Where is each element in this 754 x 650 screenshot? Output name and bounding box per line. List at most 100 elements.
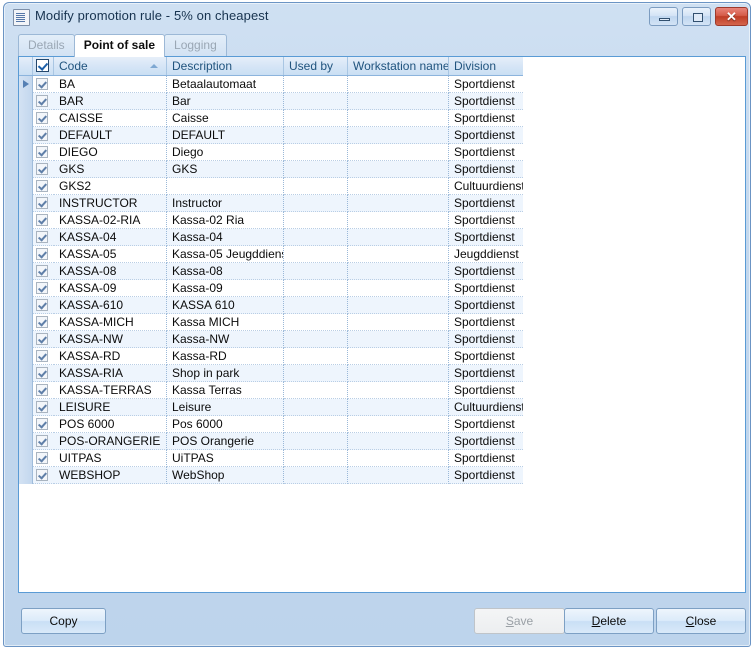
- header-column-code[interactable]: Code: [54, 57, 167, 75]
- row-indicator-cell[interactable]: [19, 467, 33, 484]
- row-checkbox[interactable]: [33, 467, 54, 484]
- row-checkbox[interactable]: [33, 212, 54, 229]
- table-row[interactable]: KASSA-05 Kassa-05 Jeugddienst Jeugddienst: [19, 246, 523, 263]
- row-indicator-cell[interactable]: [19, 433, 33, 450]
- table-row[interactable]: BAR Bar Sportdienst: [19, 93, 523, 110]
- row-checkbox[interactable]: [33, 450, 54, 467]
- row-checkbox[interactable]: [33, 195, 54, 212]
- cell-code: KASSA-RIA: [54, 365, 167, 382]
- row-checkbox[interactable]: [33, 263, 54, 280]
- row-indicator-cell[interactable]: [19, 331, 33, 348]
- copy-button[interactable]: Copy: [21, 608, 106, 634]
- row-checkbox[interactable]: [33, 161, 54, 178]
- table-row[interactable]: GKS GKS Sportdienst: [19, 161, 523, 178]
- tab-point-of-sale[interactable]: Point of sale: [73, 34, 166, 57]
- header-column-description[interactable]: Description: [167, 57, 284, 75]
- row-indicator-cell[interactable]: [19, 382, 33, 399]
- row-indicator-cell[interactable]: [19, 416, 33, 433]
- table-row[interactable]: POS 6000 Pos 6000 Sportdienst: [19, 416, 523, 433]
- table-row[interactable]: UITPAS UiTPAS Sportdienst: [19, 450, 523, 467]
- row-indicator-cell[interactable]: [19, 110, 33, 127]
- cell-code: CAISSE: [54, 110, 167, 127]
- row-checkbox[interactable]: [33, 382, 54, 399]
- row-indicator-cell[interactable]: [19, 280, 33, 297]
- table-row[interactable]: KASSA-NW Kassa-NW Sportdienst: [19, 331, 523, 348]
- row-indicator-cell[interactable]: [19, 127, 33, 144]
- header-column-workstation-name[interactable]: Workstation name: [348, 57, 449, 75]
- cell-code: GKS: [54, 161, 167, 178]
- table-row[interactable]: KASSA-TERRAS Kassa Terras Sportdienst: [19, 382, 523, 399]
- row-checkbox[interactable]: [33, 348, 54, 365]
- cell-code: KASSA-TERRAS: [54, 382, 167, 399]
- row-indicator-cell[interactable]: [19, 195, 33, 212]
- row-checkbox[interactable]: [33, 433, 54, 450]
- row-indicator-cell[interactable]: [19, 178, 33, 195]
- close-button[interactable]: Close: [656, 608, 746, 634]
- row-indicator-cell[interactable]: [19, 297, 33, 314]
- row-checkbox[interactable]: [33, 365, 54, 382]
- header-column-used-by[interactable]: Used by: [284, 57, 348, 75]
- table-row[interactable]: KASSA-MICH Kassa MICH Sportdienst: [19, 314, 523, 331]
- table-row[interactable]: KASSA-02-RIA Kassa-02 Ria Sportdienst: [19, 212, 523, 229]
- table-row[interactable]: CAISSE Caisse Sportdienst: [19, 110, 523, 127]
- row-checkbox[interactable]: [33, 416, 54, 433]
- row-indicator-cell[interactable]: [19, 365, 33, 382]
- row-indicator-cell[interactable]: [19, 348, 33, 365]
- grid-header-row: Code Description Used by Workstation nam…: [19, 57, 523, 76]
- table-row[interactable]: KASSA-08 Kassa-08 Sportdienst: [19, 263, 523, 280]
- row-indicator-cell[interactable]: [19, 263, 33, 280]
- row-indicator-cell[interactable]: [19, 93, 33, 110]
- table-row[interactable]: DEFAULT DEFAULT Sportdienst: [19, 127, 523, 144]
- tab-logging[interactable]: Logging: [164, 34, 227, 56]
- table-row[interactable]: WEBSHOP WebShop Sportdienst: [19, 467, 523, 484]
- row-indicator-cell[interactable]: [19, 399, 33, 416]
- close-window-button[interactable]: ✕: [715, 7, 748, 26]
- row-indicator-cell[interactable]: [19, 450, 33, 467]
- cell-division: Sportdienst: [449, 110, 523, 127]
- row-checkbox[interactable]: [33, 246, 54, 263]
- cell-used-by: [284, 161, 348, 178]
- row-checkbox[interactable]: [33, 110, 54, 127]
- row-checkbox[interactable]: [33, 229, 54, 246]
- dialog-window: Modify promotion rule - 5% on cheapest ✕…: [3, 2, 751, 647]
- row-checkbox[interactable]: [33, 297, 54, 314]
- header-column-division[interactable]: Division: [449, 57, 523, 75]
- cell-workstation-name: [348, 348, 449, 365]
- row-checkbox[interactable]: [33, 93, 54, 110]
- row-indicator-cell[interactable]: [19, 314, 33, 331]
- row-indicator-cell[interactable]: [19, 212, 33, 229]
- row-checkbox[interactable]: [33, 127, 54, 144]
- row-checkbox[interactable]: [33, 178, 54, 195]
- cell-code: KASSA-05: [54, 246, 167, 263]
- table-row[interactable]: POS-ORANGERIE POS Orangerie Sportdienst: [19, 433, 523, 450]
- table-row[interactable]: LEISURE Leisure Cultuurdienst: [19, 399, 523, 416]
- row-checkbox[interactable]: [33, 399, 54, 416]
- table-row[interactable]: KASSA-610 KASSA 610 Sportdienst: [19, 297, 523, 314]
- row-indicator-cell[interactable]: [19, 161, 33, 178]
- row-indicator-cell[interactable]: [19, 144, 33, 161]
- table-row[interactable]: KASSA-RIA Shop in park Sportdienst: [19, 365, 523, 382]
- tab-details[interactable]: Details: [18, 34, 75, 56]
- maximize-button[interactable]: [682, 7, 711, 26]
- row-checkbox[interactable]: [33, 314, 54, 331]
- table-row[interactable]: KASSA-RD Kassa-RD Sportdienst: [19, 348, 523, 365]
- row-checkbox[interactable]: [33, 280, 54, 297]
- delete-button[interactable]: Delete: [564, 608, 654, 634]
- cell-code: KASSA-MICH: [54, 314, 167, 331]
- minimize-button[interactable]: [649, 7, 678, 26]
- table-row[interactable]: KASSA-04 Kassa-04 Sportdienst: [19, 229, 523, 246]
- table-row[interactable]: DIEGO Diego Sportdienst: [19, 144, 523, 161]
- row-indicator-cell[interactable]: [19, 229, 33, 246]
- minimize-icon: [659, 18, 670, 21]
- close-icon: ✕: [726, 9, 737, 24]
- table-row[interactable]: KASSA-09 Kassa-09 Sportdienst: [19, 280, 523, 297]
- table-row[interactable]: INSTRUCTOR Instructor Sportdienst: [19, 195, 523, 212]
- table-row[interactable]: BA Betaalautomaat Sportdienst: [19, 76, 523, 93]
- row-indicator-cell[interactable]: [19, 246, 33, 263]
- row-checkbox[interactable]: [33, 76, 54, 93]
- row-checkbox[interactable]: [33, 144, 54, 161]
- row-checkbox[interactable]: [33, 331, 54, 348]
- row-indicator-cell[interactable]: [19, 76, 33, 93]
- table-row[interactable]: GKS2 Cultuurdienst: [19, 178, 523, 195]
- header-select-all-checkbox[interactable]: [33, 57, 54, 75]
